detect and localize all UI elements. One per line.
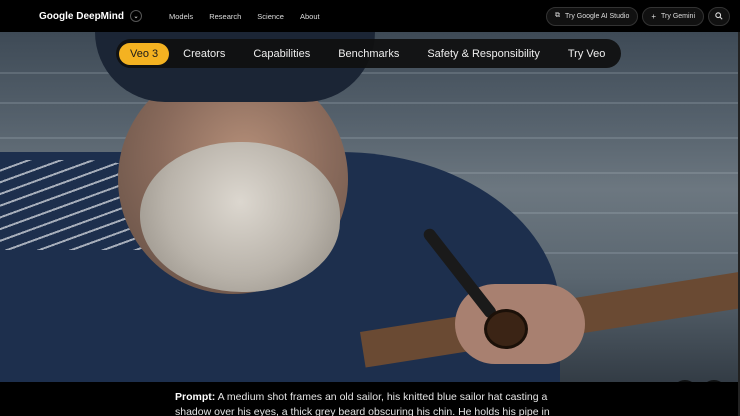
tab-try-veo[interactable]: Try Veo <box>554 43 620 65</box>
logo[interactable]: Google DeepMind ⌄ <box>39 10 142 22</box>
pipe-bowl <box>484 309 528 349</box>
sailor-beard <box>140 142 340 292</box>
section-tabs: Veo 3 Creators Capabilities Benchmarks S… <box>116 39 621 68</box>
prompt-text: A medium shot frames an old sailor, his … <box>175 391 550 416</box>
logo-text: Google DeepMind <box>39 10 124 22</box>
ai-studio-icon: ⧉ <box>555 12 561 19</box>
tab-creators[interactable]: Creators <box>169 43 239 65</box>
hero-video[interactable] <box>0 32 738 382</box>
nav-actions: ⧉ Try Google AI Studio + Try Gemini <box>546 6 730 26</box>
tab-safety-responsibility[interactable]: Safety & Responsibility <box>413 43 554 65</box>
pause-button[interactable] <box>701 380 727 382</box>
tab-capabilities[interactable]: Capabilities <box>239 43 324 65</box>
tab-veo-3[interactable]: Veo 3 <box>119 42 170 65</box>
top-nav: Google DeepMind ⌄ Models Research Scienc… <box>0 0 740 32</box>
search-button[interactable] <box>708 6 730 26</box>
try-gemini-label: Try Gemini <box>661 12 695 20</box>
chevron-down-icon[interactable]: ⌄ <box>130 10 142 22</box>
nav-link-research[interactable]: Research <box>209 12 241 21</box>
nav-link-about[interactable]: About <box>300 12 320 21</box>
sea-wave <box>0 102 738 104</box>
plus-icon: + <box>651 11 657 21</box>
try-ai-studio-button[interactable]: ⧉ Try Google AI Studio <box>546 6 639 26</box>
try-gemini-button[interactable]: + Try Gemini <box>642 6 704 26</box>
video-prompt-caption: Prompt: A medium shot frames an old sail… <box>175 390 565 416</box>
search-icon <box>715 12 723 20</box>
prompt-label: Prompt: <box>175 391 216 403</box>
mute-button[interactable] <box>672 380 698 382</box>
nav-link-models[interactable]: Models <box>169 12 193 21</box>
main-nav: Models Research Science About <box>169 12 336 21</box>
tab-benchmarks[interactable]: Benchmarks <box>324 43 413 65</box>
nav-link-science[interactable]: Science <box>257 12 284 21</box>
try-ai-studio-label: Try Google AI Studio <box>565 12 630 20</box>
sea-wave <box>0 137 738 139</box>
